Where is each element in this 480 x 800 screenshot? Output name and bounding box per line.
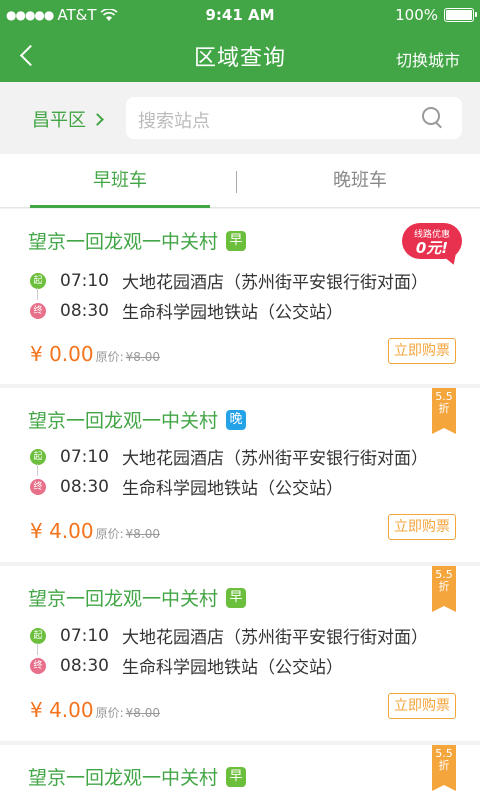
discount-unit: 折 bbox=[438, 402, 450, 415]
current-price: ¥ 4.00 bbox=[30, 519, 94, 543]
start-time: 07:10 bbox=[60, 270, 109, 291]
end-icon: 终 bbox=[30, 302, 46, 319]
buy-ticket-button[interactable]: 立即购票 bbox=[388, 338, 456, 364]
start-icon: 起 bbox=[30, 627, 46, 644]
route-card[interactable]: 5.5 折 望京一回龙观一中关村 早 bbox=[0, 745, 480, 800]
discount-ribbon: 5.5 折 bbox=[432, 388, 456, 434]
search-placeholder: 搜索站点 bbox=[138, 111, 210, 132]
start-place: 大地花园酒店（苏州街平安银行街对面） bbox=[122, 628, 428, 648]
nav-bar: 区域查询 切换城市 bbox=[0, 30, 480, 82]
battery-icon bbox=[444, 8, 477, 22]
buy-ticket-button[interactable]: 立即购票 bbox=[388, 693, 456, 719]
price: ¥ 4.00 原价: ¥8.00 bbox=[30, 698, 160, 722]
start-time: 07:10 bbox=[60, 625, 109, 646]
start-place: 大地花园酒店（苏州街平安银行街对面） bbox=[122, 449, 428, 469]
start-stop: 起 07:10 大地花园酒店（苏州街平安银行街对面） bbox=[30, 444, 428, 469]
status-bar: ●●●●● AT&T 9:41 AM 100% bbox=[0, 0, 480, 30]
header: ●●●●● AT&T 9:41 AM 100% 区域查询 切换城市 bbox=[0, 0, 480, 82]
end-stop: 终 08:30 生命科学园地铁站（公交站） bbox=[30, 653, 343, 678]
route-name: 望京一回龙观一中关村 bbox=[28, 588, 219, 610]
route-card[interactable]: 5.5 折 望京一回龙观一中关村 早 起 07:10 大地花园酒店（苏州街平安银… bbox=[0, 566, 480, 741]
shift-tag: 早 bbox=[226, 587, 247, 608]
route-card[interactable]: 望京一回龙观一中关村 早 线路优惠 0元! 起 07:10 大地花园酒店（苏州街… bbox=[0, 209, 480, 384]
current-price: ¥ 0.00 bbox=[30, 342, 94, 366]
district-label: 昌平区 bbox=[32, 110, 86, 131]
tab-evening[interactable]: 晚班车 bbox=[240, 154, 480, 208]
switch-city-button[interactable]: 切换城市 bbox=[396, 47, 460, 71]
original-price: ¥8.00 bbox=[125, 350, 161, 364]
shift-tag: 晚 bbox=[226, 409, 247, 430]
battery-group: 100% bbox=[395, 6, 477, 24]
start-icon: 起 bbox=[30, 448, 46, 465]
original-price: ¥8.00 bbox=[125, 527, 161, 541]
shift-tabs: 早班车 晚班车 bbox=[0, 154, 480, 208]
buy-ticket-button[interactable]: 立即购票 bbox=[388, 514, 456, 540]
shift-tag: 早 bbox=[226, 230, 247, 251]
start-place: 大地花园酒店（苏州街平安银行街对面） bbox=[122, 273, 428, 293]
end-place: 生命科学园地铁站（公交站） bbox=[122, 479, 343, 499]
end-place: 生命科学园地铁站（公交站） bbox=[122, 303, 343, 323]
original-price: ¥8.00 bbox=[125, 706, 161, 720]
promo-badge: 线路优惠 0元! bbox=[402, 223, 464, 267]
route-title: 望京一回龙观一中关村 晚 bbox=[28, 406, 247, 433]
current-price: ¥ 4.00 bbox=[30, 698, 94, 722]
end-stop: 终 08:30 生命科学园地铁站（公交站） bbox=[30, 474, 343, 499]
route-name: 望京一回龙观一中关村 bbox=[28, 767, 219, 789]
price: ¥ 4.00 原价: ¥8.00 bbox=[30, 519, 160, 543]
end-time: 08:30 bbox=[60, 655, 109, 676]
tab-morning[interactable]: 早班车 bbox=[0, 154, 240, 208]
chevron-right-icon bbox=[91, 112, 104, 126]
route-title: 望京一回龙观一中关村 早 bbox=[28, 763, 247, 790]
district-selector[interactable]: 昌平区 bbox=[32, 106, 104, 132]
end-time: 08:30 bbox=[60, 476, 109, 497]
route-card[interactable]: 5.5 折 望京一回龙观一中关村 晚 起 07:10 大地花园酒店（苏州街平安银… bbox=[0, 388, 480, 562]
original-price-label: 原价: bbox=[95, 350, 124, 364]
route-name: 望京一回龙观一中关村 bbox=[28, 410, 219, 432]
end-time: 08:30 bbox=[60, 300, 109, 321]
tab-divider bbox=[236, 171, 237, 193]
start-stop: 起 07:10 大地花园酒店（苏州街平安银行街对面） bbox=[30, 623, 428, 648]
start-time: 07:10 bbox=[60, 446, 109, 467]
end-icon: 终 bbox=[30, 657, 46, 674]
end-place: 生命科学园地铁站（公交站） bbox=[122, 658, 343, 678]
discount-unit: 折 bbox=[438, 580, 450, 593]
route-name: 望京一回龙观一中关村 bbox=[28, 231, 219, 253]
price: ¥ 0.00 原价: ¥8.00 bbox=[30, 342, 160, 366]
shift-tag: 早 bbox=[226, 766, 247, 787]
search-bar: 昌平区 搜索站点 bbox=[0, 82, 480, 154]
start-stop: 起 07:10 大地花园酒店（苏州街平安银行街对面） bbox=[30, 268, 428, 293]
route-title: 望京一回龙观一中关村 早 bbox=[28, 227, 247, 254]
discount-ribbon: 5.5 折 bbox=[432, 566, 456, 612]
end-stop: 终 08:30 生命科学园地铁站（公交站） bbox=[30, 298, 343, 323]
end-icon: 终 bbox=[30, 478, 46, 495]
original-price-label: 原价: bbox=[95, 527, 124, 541]
discount-ribbon: 5.5 折 bbox=[432, 745, 456, 791]
search-input[interactable]: 搜索站点 bbox=[126, 97, 462, 139]
route-title: 望京一回龙观一中关村 早 bbox=[28, 584, 247, 611]
discount-unit: 折 bbox=[438, 759, 450, 772]
search-icon[interactable] bbox=[422, 107, 444, 129]
battery-percent: 100% bbox=[395, 6, 438, 24]
original-price-label: 原价: bbox=[95, 706, 124, 720]
start-icon: 起 bbox=[30, 272, 46, 289]
